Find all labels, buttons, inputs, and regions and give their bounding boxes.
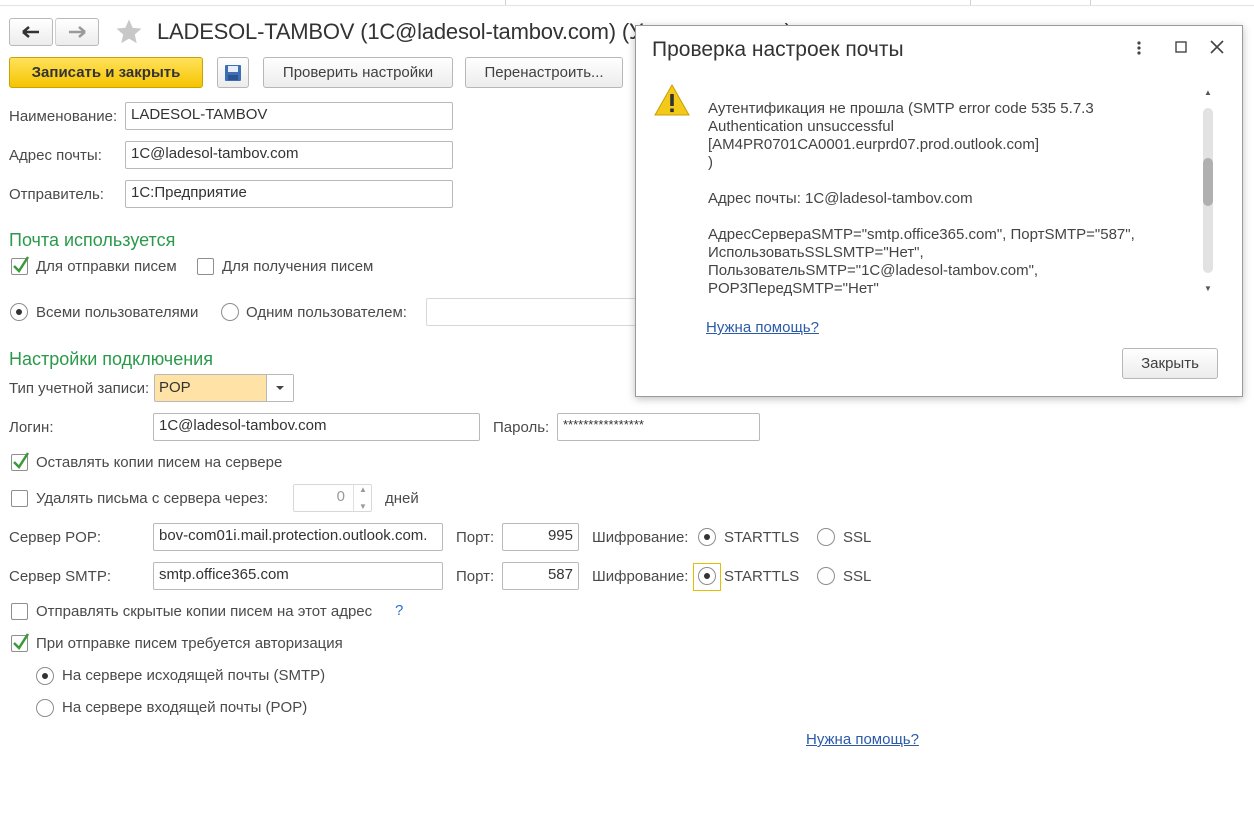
all-users-radio[interactable] <box>10 303 28 321</box>
pop-ssl-radio[interactable] <box>817 528 835 546</box>
pop-starttls-radio[interactable] <box>698 528 716 546</box>
save-close-button[interactable]: Записать и закрыть <box>9 57 203 88</box>
mail-check-dialog: Проверка настроек почты Аутентификация н… <box>635 25 1243 397</box>
arrow-right-icon <box>69 26 86 38</box>
auth-pop-radio[interactable] <box>36 699 54 717</box>
checkmark-icon <box>13 633 30 650</box>
smtp-starttls-label: STARTTLS <box>724 568 800 585</box>
dialog-message: Аутентификация не прошла (SMTP error cod… <box>708 100 1178 300</box>
smtp-ssl-label: SSL <box>843 568 872 585</box>
auth-pop-label: На сервере входящей почты (POP) <box>62 699 308 716</box>
send-label: Для отправки писем <box>36 258 177 275</box>
send-checkbox[interactable] <box>11 256 30 275</box>
save-button[interactable] <box>217 57 249 88</box>
delete-after-checkbox[interactable] <box>11 490 28 507</box>
scroll-up-icon[interactable]: ▲ <box>1201 88 1215 97</box>
sender-field[interactable]: 1С:Предприятие <box>125 180 453 208</box>
arrow-left-icon <box>22 26 39 38</box>
sender-label: Отправитель: <box>9 186 104 203</box>
maximize-icon[interactable] <box>1174 40 1188 59</box>
help-link[interactable]: Нужна помощь? <box>806 731 919 748</box>
smtp-server-label: Сервер SMTP: <box>9 568 112 585</box>
name-label: Наименование: <box>9 108 118 125</box>
password-field[interactable]: **************** <box>557 413 760 441</box>
smtp-starttls-radio[interactable] <box>698 567 716 585</box>
bcc-label: Отправлять скрытые копии писем на этот а… <box>36 603 373 620</box>
keep-copies-checkbox[interactable] <box>11 452 30 471</box>
days-spinner[interactable]: ▲ ▼ <box>353 485 372 511</box>
params-text: АдресСервераSMTP="smtp.office365.com", П… <box>708 226 1135 297</box>
account-type-value: POP <box>159 379 191 396</box>
one-user-radio[interactable] <box>221 303 239 321</box>
email-label: Адрес почты: <box>9 147 102 164</box>
pop-port-field[interactable]: 995 <box>502 523 579 551</box>
scroll-down-icon[interactable]: ▼ <box>1201 284 1215 293</box>
more-vertical-icon[interactable] <box>1136 40 1142 61</box>
password-label: Пароль: <box>493 419 550 436</box>
receive-label: Для получения писем <box>222 258 374 275</box>
smtp-server-field[interactable]: smtp.office365.com <box>153 562 443 590</box>
dialog-help-link[interactable]: Нужна помощь? <box>706 319 819 336</box>
back-button[interactable] <box>9 18 53 46</box>
smtp-ssl-radio[interactable] <box>817 567 835 585</box>
days-label: дней <box>385 490 419 507</box>
bcc-checkbox[interactable] <box>11 603 28 620</box>
auth-smtp-radio[interactable] <box>36 667 54 685</box>
email-field[interactable]: 1C@ladesol-tambov.com <box>125 141 453 169</box>
one-user-label: Одним пользователем: <box>246 304 407 321</box>
dialog-title: Проверка настроек почты <box>652 38 904 61</box>
auth-smtp-label: На сервере исходящей почты (SMTP) <box>62 667 326 684</box>
auth-checkbox[interactable] <box>11 633 30 652</box>
spin-up-icon[interactable]: ▲ <box>359 485 367 494</box>
favorite-star-icon[interactable] <box>114 17 144 51</box>
auth-label: При отправке писем требуется авторизация <box>36 635 343 652</box>
message-scrollbar[interactable]: ▲ ▼ <box>1201 86 1215 298</box>
connection-section-title: Настройки подключения <box>9 349 213 369</box>
pop-port-label: Порт: <box>456 529 495 546</box>
smtp-port-label: Порт: <box>456 568 495 585</box>
floppy-disk-icon <box>225 64 241 81</box>
help-question-icon[interactable]: ? <box>395 602 403 619</box>
usage-section-title: Почта используется <box>9 230 176 250</box>
receive-checkbox[interactable] <box>197 258 214 275</box>
delete-after-label: Удалять письма с сервера через: <box>36 490 269 507</box>
keep-copies-label: Оставлять копии писем на сервере <box>36 454 283 471</box>
email-line: Адрес почты: 1C@ladesol-tambov.com <box>708 190 973 207</box>
forward-button[interactable] <box>55 18 99 46</box>
check-settings-button[interactable]: Проверить настройки <box>263 57 453 88</box>
dialog-close-button[interactable]: Закрыть <box>1122 348 1218 379</box>
spin-down-icon[interactable]: ▼ <box>359 502 367 511</box>
dropdown-arrow-icon[interactable] <box>266 375 293 401</box>
login-label: Логин: <box>9 419 54 436</box>
account-type-select[interactable]: POP <box>154 374 294 402</box>
pop-encryption-label: Шифрование: <box>592 529 689 546</box>
pop-server-label: Сервер POP: <box>9 529 102 546</box>
name-field[interactable]: LADESOL-TAMBOV <box>125 102 453 130</box>
pop-server-field[interactable]: bov-com01i.mail.protection.outlook.com. <box>153 523 443 551</box>
checkmark-icon <box>13 452 30 469</box>
reconfigure-button[interactable]: Перенастроить... <box>465 57 623 88</box>
top-tab-strip <box>0 0 1254 6</box>
pop-ssl-label: SSL <box>843 529 872 546</box>
login-field[interactable]: 1C@ladesol-tambov.com <box>153 413 480 441</box>
user-select-field[interactable] <box>426 298 636 326</box>
checkmark-icon <box>13 256 30 273</box>
close-icon[interactable] <box>1210 40 1224 59</box>
smtp-port-field[interactable]: 587 <box>502 562 579 590</box>
pop-starttls-label: STARTTLS <box>724 529 800 546</box>
error-text: Аутентификация не прошла (SMTP error cod… <box>708 100 1094 171</box>
smtp-encryption-label: Шифрование: <box>592 568 689 585</box>
account-type-label: Тип учетной записи: <box>9 380 150 397</box>
scroll-thumb[interactable] <box>1203 158 1213 206</box>
warning-icon <box>653 83 691 121</box>
all-users-label: Всеми пользователями <box>36 304 199 321</box>
